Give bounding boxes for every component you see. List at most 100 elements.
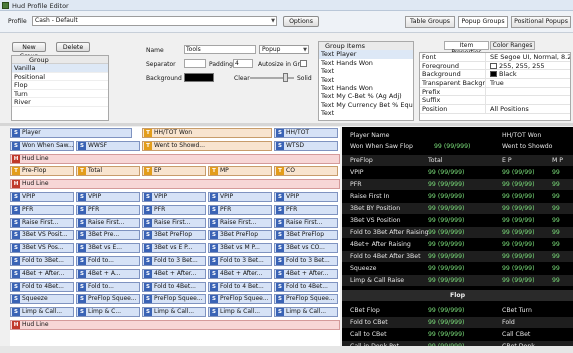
tab-table-groups[interactable]: Table Groups xyxy=(405,16,455,28)
stat-cell[interactable]: S 3Bet PreFlop xyxy=(208,230,272,241)
stat-cell[interactable]: S Limp & C... xyxy=(76,307,140,318)
stat-cell[interactable]: S Limp & Call... xyxy=(208,307,272,318)
property-row[interactable]: Background Black xyxy=(420,70,570,80)
stat-cell[interactable]: S Won When Saw... xyxy=(10,140,74,151)
stat-cell[interactable]: S Raise First... xyxy=(10,217,74,228)
stat-cell[interactable]: S PFR xyxy=(10,204,74,215)
property-row[interactable]: Foreground 255, 255, 255 xyxy=(420,61,570,71)
tab-popup-groups[interactable]: Popup Groups xyxy=(458,16,508,28)
autosize-checkbox[interactable] xyxy=(300,60,307,67)
property-value[interactable]: All Positions xyxy=(488,105,570,113)
stat-cell[interactable]: S PreFlop Squee... xyxy=(274,294,338,305)
stat-cell[interactable]: S 3Bet vs E P... xyxy=(142,243,206,254)
stat-cell[interactable]: S Fold to 3 Bet... xyxy=(208,256,272,266)
stat-cell[interactable]: S VPIP xyxy=(76,192,140,202)
stat-cell[interactable]: S Raise First... xyxy=(274,217,338,228)
hud-line-cell[interactable]: H Hud Line xyxy=(10,179,340,190)
stat-cell[interactable]: S Fold to 4Bet... xyxy=(274,281,338,292)
stat-cell[interactable]: S 3Bet VS Posit... xyxy=(10,230,74,241)
property-row[interactable]: Transparent BackgroundTrue xyxy=(420,79,570,88)
stat-cell[interactable]: S 3Bet vs M P... xyxy=(208,243,272,254)
list-item[interactable]: Positional xyxy=(12,73,108,81)
tab-item-properties[interactable]: Item Properties xyxy=(444,41,489,56)
list-item[interactable]: Text Hands Won xyxy=(319,59,413,67)
list-item[interactable]: Text Player xyxy=(319,50,413,59)
background-color-swatch[interactable] xyxy=(184,73,214,82)
list-item[interactable]: Text xyxy=(319,67,413,75)
options-button[interactable]: Options xyxy=(283,16,319,27)
property-row[interactable]: Suffix xyxy=(420,96,570,106)
hud-line-cell[interactable]: H Hud Line xyxy=(10,320,340,330)
stat-cell[interactable]: S VPIP xyxy=(10,192,74,202)
stat-cell[interactable]: S Fold to 3 Bet... xyxy=(142,256,206,266)
stat-cell[interactable]: S Limp & Call... xyxy=(10,307,74,318)
list-item[interactable]: Text Hands Won xyxy=(319,84,413,92)
stat-cell[interactable]: S Fold to 4 Bet... xyxy=(208,281,272,292)
hud-line-cell[interactable]: H Hud Line xyxy=(10,153,340,164)
splitter[interactable] xyxy=(0,123,573,126)
stat-cell[interactable]: S PFR xyxy=(142,204,206,215)
font-select[interactable]: Popup ▼ xyxy=(259,45,309,54)
stat-cell[interactable]: S Fold to... xyxy=(76,256,140,266)
stat-cell[interactable]: S 4Bet + A... xyxy=(76,268,140,279)
stat-cell[interactable]: S Raise First... xyxy=(208,217,272,228)
stat-cell[interactable]: S VPIP xyxy=(142,192,206,202)
stat-cell[interactable]: S 4Bet + After... xyxy=(142,268,206,279)
separator-field[interactable] xyxy=(184,59,206,68)
stat-cell[interactable]: S Raise First... xyxy=(142,217,206,228)
stat-cell[interactable]: S Squeeze xyxy=(10,294,74,305)
stat-cell[interactable]: S Limp & Call... xyxy=(142,307,206,318)
stat-cell[interactable]: S PFR xyxy=(76,204,140,215)
stat-cell[interactable]: S 4Bet + After... xyxy=(10,268,74,279)
new-group-button[interactable]: New Group xyxy=(12,42,46,60)
text-cell[interactable]: T Pre-Flop xyxy=(10,166,74,177)
stat-cell[interactable]: S Fold to... xyxy=(76,281,140,292)
text-cell[interactable]: T HH/TOT Won xyxy=(142,128,272,138)
property-row[interactable]: Font SE Segoe UI, Normal, 8.25 xyxy=(420,53,570,62)
stat-cell[interactable]: S 4Bet + After... xyxy=(274,268,338,279)
stat-cell[interactable]: S Limp & Call... xyxy=(274,307,338,318)
list-item[interactable]: Flop xyxy=(12,81,108,90)
list-item[interactable]: Turn xyxy=(12,90,108,98)
stat-cell[interactable]: S 3Bet vs CO... xyxy=(274,243,338,254)
text-cell[interactable]: T Total xyxy=(76,166,140,177)
groups-list[interactable]: Group Vanilla Positional Flop Turn River xyxy=(11,55,109,121)
stat-cell[interactable]: S PreFlop Squee... xyxy=(76,294,140,305)
stat-cell[interactable]: S HH/TOT xyxy=(274,128,338,138)
group-items-list[interactable]: Group Items Text Player Text Hands Won T… xyxy=(318,41,414,121)
name-field[interactable]: Tools xyxy=(184,45,256,54)
property-row[interactable]: Prefix xyxy=(420,87,570,97)
stat-cell[interactable]: S Fold to 3Bet... xyxy=(10,256,74,266)
stat-cell[interactable]: S Raise First... xyxy=(76,217,140,228)
list-item[interactable]: Vanilla xyxy=(12,64,108,73)
opacity-slider-handle[interactable] xyxy=(283,73,288,82)
stat-cell[interactable]: S Fold to 3 Bet... xyxy=(274,256,338,266)
padding-field[interactable]: 4 xyxy=(233,59,253,68)
text-cell[interactable]: T Went to Showd... xyxy=(142,140,272,151)
tab-color-ranges[interactable]: Color Ranges xyxy=(490,41,535,50)
tab-positional-popups[interactable]: Positional Popups xyxy=(511,16,571,28)
stat-cell[interactable]: S PFR xyxy=(274,204,338,215)
stat-cell[interactable]: S Fold to 4Bet... xyxy=(10,281,74,292)
stat-cell[interactable]: S PFR xyxy=(208,204,272,215)
property-value[interactable]: True xyxy=(488,79,570,87)
stat-cell[interactable]: S PreFlop Squee... xyxy=(142,294,206,305)
item-properties-grid[interactable]: Font SE Segoe UI, Normal, 8.25 Foreground… xyxy=(419,52,571,121)
list-item[interactable]: Text xyxy=(319,76,413,84)
stat-cell[interactable]: S WWSF xyxy=(76,140,140,151)
stat-cell[interactable]: S Player xyxy=(10,128,132,138)
profile-select[interactable]: Cash - Default ▼ xyxy=(32,16,277,26)
delete-group-button[interactable]: Delete xyxy=(56,42,90,52)
text-cell[interactable]: T MP xyxy=(208,166,272,177)
stat-cell[interactable]: S VPIP xyxy=(274,192,338,202)
stat-cell[interactable]: S 3Bet PreFlop xyxy=(142,230,206,241)
stat-cell[interactable]: S WTSD xyxy=(274,140,338,151)
stat-cell[interactable]: S PreFlop Squee... xyxy=(208,294,272,305)
property-value[interactable]: SE Segoe UI, Normal, 8.25 xyxy=(488,53,570,61)
list-item[interactable]: Text My C-Bet % (Ag Adj) xyxy=(319,92,413,100)
property-value[interactable]: 255, 255, 255 xyxy=(488,62,570,69)
list-item[interactable]: Text xyxy=(319,109,413,117)
list-item[interactable]: River xyxy=(12,98,108,107)
stat-cell[interactable]: S 4Bet + After... xyxy=(208,268,272,279)
stat-cell[interactable]: S 3Bet VS Pos... xyxy=(10,243,74,254)
